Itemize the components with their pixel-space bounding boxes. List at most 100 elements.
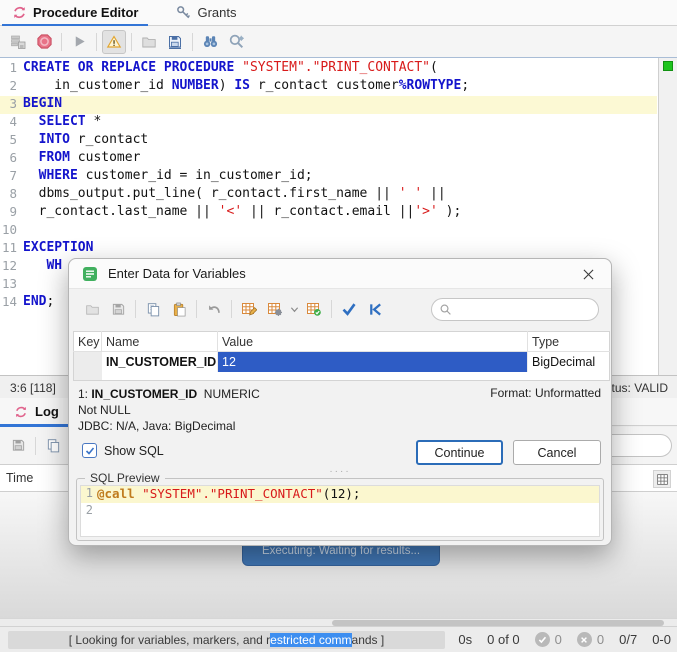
grid-columns-icon[interactable] — [653, 470, 671, 488]
toolbar-separator — [96, 33, 97, 51]
elapsed-time: 0s — [458, 632, 472, 647]
cancel-button[interactable]: Cancel — [513, 440, 601, 465]
sql-preview-legend: SQL Preview — [85, 471, 165, 485]
col-value[interactable]: Value — [218, 332, 528, 352]
save-to-database-button[interactable] — [6, 30, 30, 54]
status-counters: 0s 0 of 0 0 0 0/7 0-0 — [458, 627, 671, 652]
find-binoculars-button[interactable] — [198, 30, 222, 54]
line-content: WHERE customer_id = in_customer_id; — [23, 168, 657, 186]
sql-search-tool-button[interactable] — [224, 30, 248, 54]
tab-procedure-editor[interactable]: Procedure Editor — [0, 0, 152, 26]
undo-icon[interactable] — [203, 298, 225, 320]
line-content: INTO r_contact — [23, 132, 657, 150]
line-content — [97, 503, 599, 520]
chevron-down-icon[interactable] — [290, 305, 299, 314]
edit-grid-button[interactable] — [238, 298, 260, 320]
range-indicator: 0-0 — [652, 632, 671, 647]
code-line: 8 dbms_output.put_line( r_contact.first_… — [0, 186, 657, 204]
copy-log-button[interactable] — [41, 434, 65, 458]
variables-table: Key Name Value Type IN_CUSTOMER_ID 12 Bi… — [73, 331, 610, 381]
debug-warning-toggle[interactable] — [102, 30, 126, 54]
error-counter: 0 — [577, 632, 604, 647]
col-name[interactable]: Name — [102, 332, 218, 352]
code-line: 4 SELECT * — [0, 114, 657, 132]
toolbar-separator — [61, 33, 62, 51]
line-content: dbms_output.put_line( r_contact.first_na… — [23, 186, 657, 204]
main-toolbar — [0, 26, 677, 57]
executing-overlay-label: Executing: Waiting for results... — [262, 545, 420, 557]
tab-procedure-editor-label: Procedure Editor — [33, 5, 138, 20]
export-log-button[interactable] — [6, 434, 30, 458]
stop-button[interactable] — [32, 30, 56, 54]
close-icon[interactable] — [575, 262, 601, 286]
dialog-titlebar[interactable]: Enter Data for Variables — [69, 259, 611, 289]
line-content: FROM customer — [23, 150, 657, 168]
enter-data-dialog: Enter Data for Variables — [68, 258, 612, 546]
name-cell[interactable]: IN_CUSTOMER_ID — [102, 352, 218, 372]
toolbar-separator — [192, 33, 193, 51]
variable-info-line1: 1: IN_CUSTOMER_ID NUMERIC — [78, 386, 260, 402]
paste-button[interactable] — [168, 298, 190, 320]
success-count: 0 — [555, 632, 562, 647]
open-values-button[interactable] — [81, 298, 103, 320]
open-file-button[interactable] — [137, 30, 161, 54]
sql-script-icon — [82, 266, 98, 282]
show-sql-option[interactable]: Show SQL — [82, 443, 164, 458]
continue-button[interactable]: Continue — [416, 440, 503, 465]
tab-log[interactable]: Log — [0, 398, 73, 426]
code-line: 3BEGIN — [0, 96, 657, 114]
run-button[interactable] — [67, 30, 91, 54]
toolbar-separator — [35, 437, 36, 455]
code-line: 5 INTO r_contact — [0, 132, 657, 150]
sql-preview-editor[interactable]: 1@call "SYSTEM"."PRINT_CONTACT"(12);2 — [80, 485, 600, 537]
toolbar-separator — [331, 300, 332, 318]
skip-to-first-icon[interactable] — [364, 298, 386, 320]
format-label: Format: Unformatted — [490, 386, 601, 400]
type-cell: BigDecimal — [528, 352, 610, 372]
line-number: 2 — [81, 503, 97, 520]
show-sql-label: Show SQL — [104, 444, 164, 458]
save-values-button[interactable] — [107, 298, 129, 320]
code-line: 2 in_customer_id NUMBER) IS r_contact cu… — [0, 78, 657, 96]
code-line: 1CREATE OR REPLACE PROCEDURE "SYSTEM"."P… — [0, 60, 657, 78]
save-file-button[interactable] — [163, 30, 187, 54]
ruler-marker-green — [663, 61, 673, 71]
tab-grants[interactable]: Grants — [164, 0, 250, 26]
toolbar-separator — [196, 300, 197, 318]
line-content: SELECT * — [23, 114, 657, 132]
dialog-search-input[interactable] — [431, 298, 599, 321]
tab-log-label: Log — [35, 404, 59, 419]
log-column-time[interactable]: Time — [6, 471, 33, 485]
apply-check-icon[interactable] — [338, 298, 360, 320]
editor-tabbar: Procedure Editor Grants — [0, 0, 677, 26]
cursor-position: 3:6 [118] — [10, 381, 56, 395]
key-cell — [74, 352, 102, 372]
code-line: 9 r_contact.last_name || '<' || r_contac… — [0, 204, 657, 222]
line-number: 5 — [0, 132, 23, 150]
toolbar-separator — [135, 300, 136, 318]
horizontal-scrollbar — [0, 618, 677, 626]
line-number: 13 — [0, 276, 23, 294]
table-row[interactable]: IN_CUSTOMER_ID 12 BigDecimal — [74, 352, 610, 372]
value-cell[interactable]: 12 — [218, 352, 528, 372]
grid-apply-button[interactable] — [303, 298, 325, 320]
show-sql-checkbox[interactable] — [82, 443, 97, 458]
toolbar-separator — [231, 300, 232, 318]
fraction-indicator: 0/7 — [619, 632, 637, 647]
line-number: 2 — [0, 78, 23, 96]
line-number: 10 — [0, 222, 23, 240]
status-bar: [ Looking for variables, markers, and re… — [0, 626, 677, 652]
line-content: in_customer_id NUMBER) IS r_contact cust… — [23, 78, 657, 96]
task-message-selected: estricted comm — [270, 633, 351, 647]
grid-settings-button[interactable] — [264, 298, 286, 320]
col-key[interactable]: Key — [74, 332, 102, 352]
copy-button[interactable] — [142, 298, 164, 320]
variable-jdbc-info: JDBC: N/A, Java: BigDecimal — [78, 418, 260, 434]
sync-icon — [14, 405, 28, 419]
line-number: 8 — [0, 186, 23, 204]
task-message-before: [ Looking for variables, markers, and r — [69, 633, 270, 647]
tab-grants-label: Grants — [197, 5, 236, 20]
overview-ruler[interactable] — [658, 58, 677, 375]
code-line: 7 WHERE customer_id = in_customer_id; — [0, 168, 657, 186]
col-type[interactable]: Type — [528, 332, 610, 352]
